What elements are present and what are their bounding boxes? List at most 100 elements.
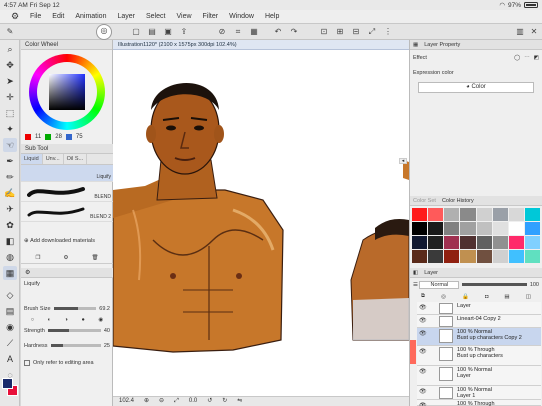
fit-icon[interactable]: ⤢ (174, 397, 179, 406)
open-file-icon[interactable]: ▤ (146, 26, 158, 38)
menu-file[interactable]: File (30, 13, 41, 20)
brightness-value[interactable]: 75 (76, 134, 83, 140)
tab-universal[interactable]: Unv... (43, 154, 64, 164)
color-swatch[interactable] (428, 250, 444, 263)
color-swatch[interactable] (476, 222, 492, 235)
selection-tool-icon[interactable]: ⬚ (3, 106, 17, 120)
layer-row[interactable]: 👁 100 % Normal Bust up characters Copy 2 (417, 328, 541, 346)
hardness-row[interactable]: Hardness 25 (21, 340, 113, 351)
color-swatch[interactable] (428, 222, 444, 235)
color-swatch[interactable] (412, 208, 428, 221)
color-swatch[interactable] (460, 250, 476, 263)
color-swatch[interactable] (428, 208, 444, 221)
visibility-eye-icon[interactable]: 👁 (419, 402, 427, 406)
color-swatch[interactable] (444, 250, 460, 263)
export-icon[interactable]: ⇪ (178, 26, 190, 38)
flip-icon[interactable]: ⇋ (237, 397, 242, 406)
menu-filter[interactable]: Filter (203, 13, 219, 20)
hardness-slider[interactable] (50, 344, 101, 347)
expression-color-dropdown[interactable]: ◕ Color (418, 82, 534, 93)
decoration-tool-icon[interactable]: ✿ (3, 218, 17, 232)
menu-view[interactable]: View (176, 13, 191, 20)
size-preset-icon[interactable]: ◐ (48, 317, 51, 323)
pen-tool-icon[interactable]: ✒ (3, 154, 17, 168)
add-materials-row[interactable]: ⊕ Add downloaded materials (21, 230, 113, 252)
transform-icon[interactable]: ⤢ (366, 26, 378, 38)
color-swatch[interactable] (444, 236, 460, 249)
document-tab[interactable]: Illustration1120* (2100 x 1575px 300dpi … (113, 40, 409, 50)
liquify-tool-icon[interactable]: ☜ (3, 138, 17, 152)
tab-layer[interactable]: Layer (424, 270, 438, 276)
redo-icon[interactable]: ↷ (288, 26, 300, 38)
menu-select[interactable]: Select (146, 13, 165, 20)
layer-row[interactable]: 👁 100 % Through Bust up characters (417, 346, 541, 366)
brush-item-blend[interactable]: BLEND (21, 182, 113, 202)
layer-row[interactable]: 👁 Layer (417, 302, 541, 315)
effect-color-icon[interactable]: ◩ (534, 55, 539, 61)
select-all-icon[interactable]: ⊞ (334, 26, 346, 38)
editing-area-row[interactable]: Only refer to editing area (21, 357, 113, 368)
delete-sub-tool-icon[interactable]: 🗑 (91, 255, 98, 261)
shape-tool-icon[interactable]: ◇ (3, 288, 17, 302)
reference-icon[interactable]: ◎ (441, 294, 446, 300)
save-icon[interactable]: ▣ (162, 26, 174, 38)
undo-icon[interactable]: ↶ (272, 26, 284, 38)
visibility-eye-icon[interactable]: 👁 (419, 330, 427, 337)
color-swatch[interactable] (524, 250, 540, 263)
color-swatch[interactable] (428, 236, 444, 249)
canvas[interactable]: ◂ (113, 50, 409, 396)
gradient-tool-icon[interactable]: ▤ (3, 304, 17, 318)
zoom-in-icon[interactable]: ⊕ (144, 397, 149, 406)
brush-item-blend-2[interactable]: BLEND 2 (21, 202, 113, 222)
strength-value[interactable]: 40 (104, 328, 110, 334)
move-tool-icon[interactable]: ✥ (3, 58, 17, 72)
blend-tool-icon[interactable]: ◍ (3, 250, 17, 264)
app-logo-icon[interactable]: ◎ (96, 24, 112, 40)
color-swatch[interactable] (460, 208, 476, 221)
visibility-eye-icon[interactable]: 👁 (419, 368, 427, 375)
main-color-swatch[interactable] (2, 378, 13, 389)
menu-layer[interactable]: Layer (117, 13, 135, 20)
saturation-value[interactable]: 28 (55, 134, 62, 140)
visibility-eye-icon[interactable]: 👁 (419, 304, 427, 311)
zoom-tool-icon[interactable]: ⌕ (3, 42, 17, 56)
rotate-left-icon[interactable]: ↺ (207, 397, 212, 406)
clip-icon[interactable]: ⧉ (421, 293, 425, 300)
clear-icon[interactable]: ⊘ (216, 26, 228, 38)
menu-window[interactable]: Window (229, 13, 254, 20)
pencil-tool-icon[interactable]: ✏ (3, 170, 17, 184)
tab-liquify[interactable]: Liquid (21, 154, 43, 164)
color-swatch[interactable] (444, 208, 460, 221)
color-swatch[interactable] (508, 236, 524, 249)
settings-sub-tool-icon[interactable]: ⚙ (64, 255, 69, 261)
visibility-eye-icon[interactable]: 👁 (419, 348, 427, 355)
color-swatch[interactable] (412, 222, 428, 235)
ruler-tool-icon[interactable]: ⟋ (3, 336, 17, 350)
strength-slider[interactable] (47, 329, 101, 332)
color-swatch[interactable] (492, 250, 508, 263)
mask-icon[interactable]: ◘ (485, 294, 488, 300)
text-tool-icon[interactable]: A (3, 352, 17, 366)
zoom-out-icon[interactable]: ⊖ (159, 397, 164, 406)
eyedropper-icon[interactable]: ✎ (4, 26, 16, 38)
crop-icon[interactable]: ⌗ (232, 26, 244, 38)
color-swatch[interactable] (508, 222, 524, 235)
move-layer-tool-icon[interactable]: ✛ (3, 90, 17, 104)
brush-size-value[interactable]: 69.2 (99, 306, 110, 312)
grid-tool-icon[interactable]: ▦ (3, 266, 17, 280)
color-swatch[interactable] (476, 236, 492, 249)
tab-layer-property[interactable]: Layer Property (424, 42, 460, 48)
saturation-value-square[interactable] (49, 74, 85, 110)
copy-sub-tool-icon[interactable]: ❐ (36, 255, 41, 261)
color-swatch[interactable] (508, 250, 524, 263)
ruler-layer-icon[interactable]: ▤ (504, 294, 509, 300)
layer-row[interactable]: 👁 100 % Normal Layer (417, 366, 541, 386)
blend-mode-dropdown[interactable]: Normal (419, 280, 460, 289)
hardness-value[interactable]: 25 (104, 343, 110, 349)
color-swatch[interactable] (524, 208, 540, 221)
color-swatch[interactable] (460, 222, 476, 235)
airbrush-tool-icon[interactable]: ✈ (3, 202, 17, 216)
tab-icon[interactable]: ▦ (413, 42, 418, 48)
color-swatch[interactable] (412, 236, 428, 249)
layer-options-icon[interactable]: ☰ (413, 282, 418, 288)
